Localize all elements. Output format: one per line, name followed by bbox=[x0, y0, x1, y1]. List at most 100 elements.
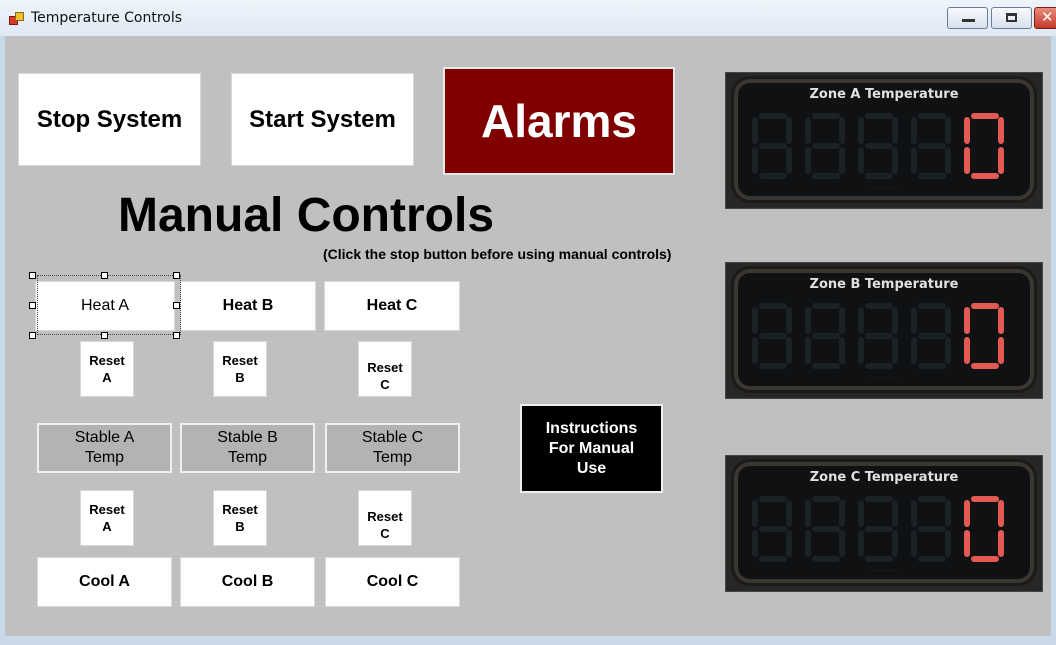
stable-b-label: Stable B bbox=[217, 429, 278, 446]
segment bbox=[911, 530, 917, 557]
cool-b-button[interactable]: Cool B bbox=[180, 557, 315, 607]
segment bbox=[752, 337, 758, 364]
segment bbox=[805, 530, 811, 557]
instructions-button[interactable]: Instructions For Manual Use bbox=[520, 404, 663, 493]
segment bbox=[918, 333, 946, 339]
reset-b-bottom-button[interactable]: Reset B bbox=[213, 490, 267, 546]
segment bbox=[865, 526, 893, 532]
segment bbox=[892, 337, 898, 364]
seven-segment-digit bbox=[752, 303, 792, 369]
segment bbox=[971, 556, 999, 562]
segment bbox=[839, 530, 845, 557]
cool-c-button[interactable]: Cool C bbox=[325, 557, 460, 607]
segment bbox=[805, 337, 811, 364]
segment bbox=[998, 147, 1004, 174]
segment bbox=[752, 117, 758, 144]
maximize-button[interactable] bbox=[991, 7, 1032, 29]
segment bbox=[865, 556, 893, 562]
stable-c-sub: Temp bbox=[372, 449, 413, 466]
resize-handle[interactable] bbox=[173, 272, 180, 279]
reset-c-button[interactable]: Reset C bbox=[358, 341, 412, 397]
gauge-watermark: · · · · · · · · bbox=[869, 185, 899, 192]
stable-a-temp-button[interactable]: Stable A Temp bbox=[37, 423, 172, 473]
segment bbox=[971, 496, 999, 502]
client-area: Stop System Start System Alarms Manual C… bbox=[5, 36, 1051, 636]
segment bbox=[759, 556, 787, 562]
stable-c-label: Stable C bbox=[361, 429, 424, 446]
segment bbox=[998, 530, 1004, 557]
stable-c-temp-button[interactable]: Stable C Temp bbox=[325, 423, 460, 473]
segment bbox=[812, 173, 840, 179]
segment bbox=[858, 147, 864, 174]
seven-segment-digit bbox=[858, 303, 898, 369]
segment bbox=[805, 117, 811, 144]
resize-handle[interactable] bbox=[29, 272, 36, 279]
segment bbox=[964, 147, 970, 174]
segment bbox=[858, 530, 864, 557]
segment bbox=[918, 363, 946, 369]
reset-b-button[interactable]: Reset B bbox=[213, 341, 267, 397]
segment bbox=[865, 113, 893, 119]
reset-c-label: Reset bbox=[367, 360, 403, 375]
segment bbox=[945, 307, 951, 334]
segment bbox=[865, 333, 893, 339]
minimize-icon bbox=[962, 19, 975, 22]
manual-controls-hint: (Click the stop button before using manu… bbox=[323, 246, 672, 262]
segment bbox=[911, 500, 917, 527]
segment bbox=[805, 147, 811, 174]
reset-c-bottom-letter: C bbox=[380, 526, 390, 541]
close-button[interactable]: ✕ bbox=[1034, 7, 1056, 29]
segment bbox=[752, 307, 758, 334]
segment bbox=[752, 500, 758, 527]
minimize-button[interactable] bbox=[947, 7, 988, 29]
segment bbox=[865, 363, 893, 369]
segment bbox=[964, 307, 970, 334]
resize-handle[interactable] bbox=[173, 302, 180, 309]
segment bbox=[812, 143, 840, 149]
alarms-button[interactable]: Alarms bbox=[443, 67, 675, 175]
zone-c-title: Zone C Temperature bbox=[809, 470, 959, 485]
seven-segment-digit bbox=[805, 303, 845, 369]
stable-a-label: Stable A bbox=[74, 429, 135, 446]
reset-c-bottom-button[interactable]: Reset C bbox=[358, 490, 412, 546]
segment bbox=[805, 500, 811, 527]
title-bar: Temperature Controls ✕ bbox=[0, 0, 1056, 36]
stable-b-sub: Temp bbox=[227, 449, 268, 466]
segment bbox=[759, 173, 787, 179]
segment bbox=[858, 337, 864, 364]
segment bbox=[964, 500, 970, 527]
reset-a-bottom-button[interactable]: Reset A bbox=[80, 490, 134, 546]
heat-b-button[interactable]: Heat B bbox=[180, 281, 316, 331]
stop-system-button[interactable]: Stop System bbox=[18, 73, 201, 166]
segment bbox=[911, 307, 917, 334]
resize-handle[interactable] bbox=[101, 332, 108, 339]
start-system-button[interactable]: Start System bbox=[231, 73, 414, 166]
reset-a-button[interactable]: Reset A bbox=[80, 341, 134, 397]
segment bbox=[945, 530, 951, 557]
resize-handle[interactable] bbox=[29, 332, 36, 339]
segment bbox=[812, 496, 840, 502]
resize-handle[interactable] bbox=[173, 332, 180, 339]
reset-b-bottom-label: Reset bbox=[222, 502, 258, 517]
cool-a-button[interactable]: Cool A bbox=[37, 557, 172, 607]
seven-segment-digit bbox=[911, 303, 951, 369]
resize-handle[interactable] bbox=[101, 272, 108, 279]
resize-handle[interactable] bbox=[29, 302, 36, 309]
stable-b-temp-button[interactable]: Stable B Temp bbox=[180, 423, 315, 473]
segment bbox=[998, 500, 1004, 527]
segment bbox=[759, 303, 787, 309]
reset-a-letter: A bbox=[102, 370, 112, 385]
close-icon: ✕ bbox=[1041, 8, 1054, 26]
segment bbox=[971, 303, 999, 309]
segment bbox=[805, 307, 811, 334]
gauge-face: Zone C Temperature · · · · · · · · bbox=[738, 466, 1030, 579]
segment bbox=[892, 530, 898, 557]
gauge-watermark: · · · · · · · · bbox=[869, 568, 899, 575]
zone-a-gauge: Zone A Temperature · · · · · · · · bbox=[725, 72, 1043, 209]
reset-a-bottom-letter: A bbox=[102, 519, 112, 534]
heat-c-button[interactable]: Heat C bbox=[324, 281, 460, 331]
seven-segment-digit bbox=[805, 496, 845, 562]
segment bbox=[971, 173, 999, 179]
heat-a-button[interactable]: Heat A bbox=[35, 281, 175, 331]
segment bbox=[964, 117, 970, 144]
